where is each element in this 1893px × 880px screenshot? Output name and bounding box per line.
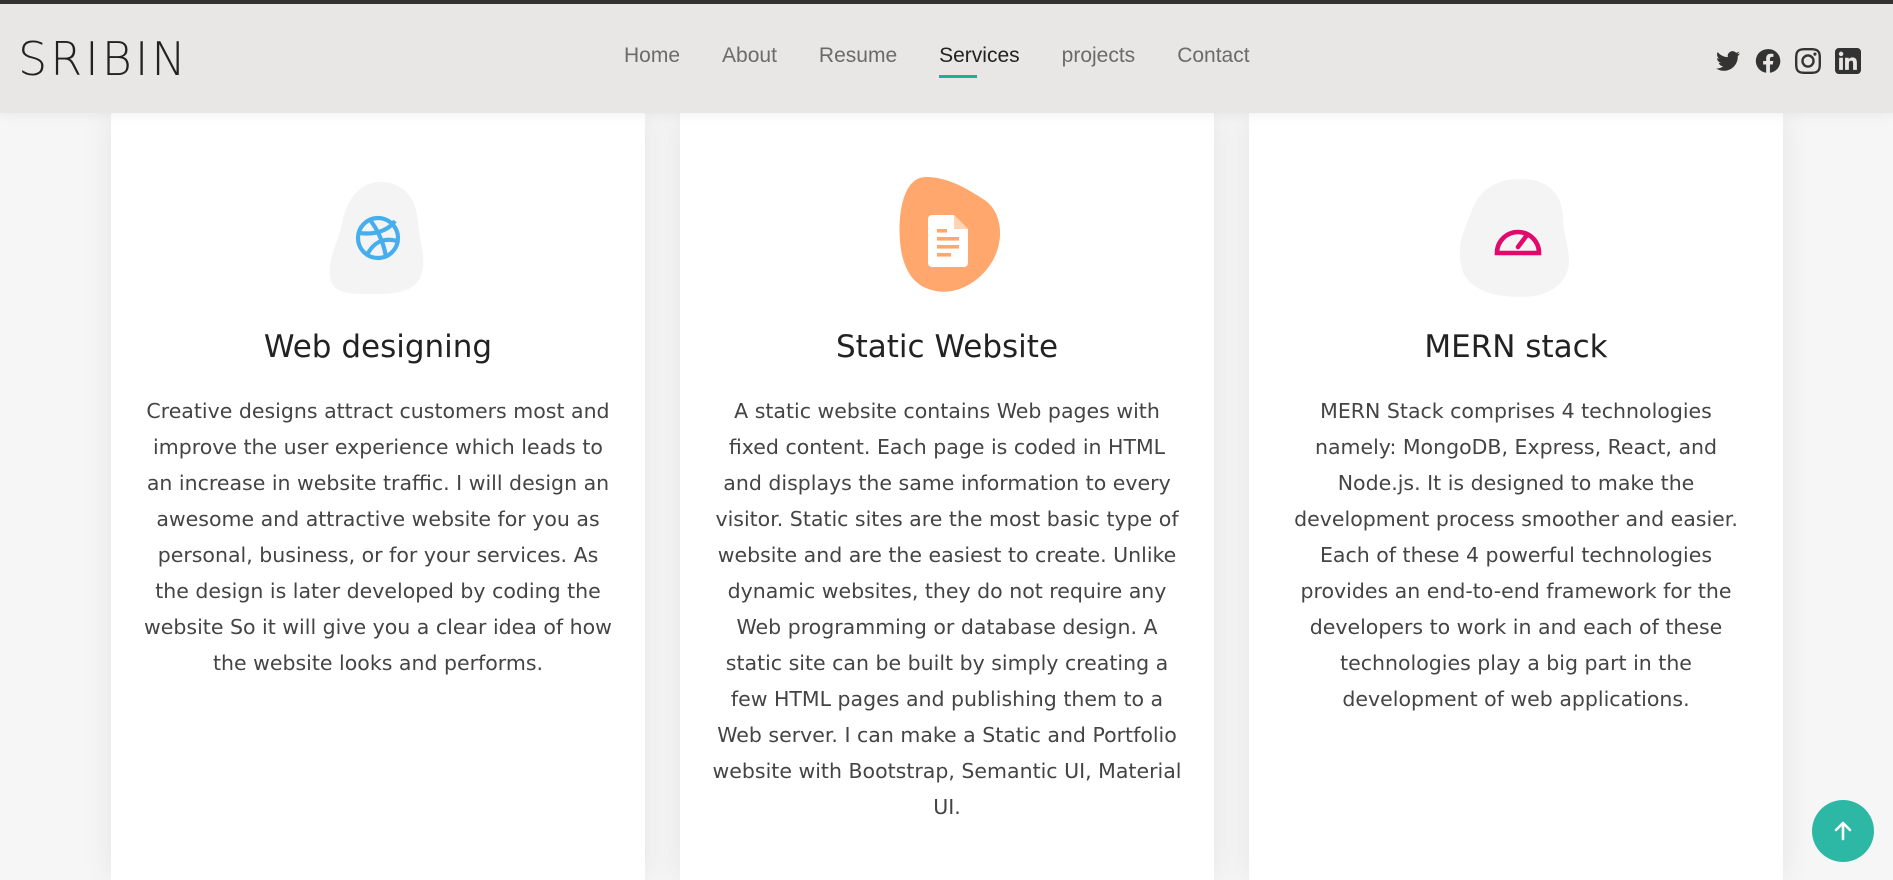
nav-projects[interactable]: projects xyxy=(1062,44,1136,78)
instagram-icon[interactable] xyxy=(1795,48,1821,74)
service-card-mern-stack: MERN stack MERN Stack comprises 4 techno… xyxy=(1249,113,1783,880)
linkedin-icon[interactable] xyxy=(1835,48,1861,74)
main-nav: Home About Resume Services projects Cont… xyxy=(624,44,1292,78)
service-description: MERN Stack comprises 4 technologies name… xyxy=(1294,399,1738,711)
service-title: MERN stack xyxy=(1424,329,1608,365)
service-description: Creative designs attract customers most … xyxy=(144,399,612,675)
back-to-top-button[interactable] xyxy=(1812,800,1874,862)
service-icon-blob xyxy=(882,173,1012,303)
nav-contact[interactable]: Contact xyxy=(1177,44,1249,78)
nav-resume[interactable]: Resume xyxy=(819,44,897,78)
service-card-web-designing: Web designing Creative designs attract c… xyxy=(111,113,645,880)
service-icon-blob xyxy=(313,173,443,303)
nav-home[interactable]: Home xyxy=(624,44,680,78)
nav-about[interactable]: About xyxy=(722,44,777,78)
arrow-up-icon xyxy=(1834,821,1852,841)
service-title: Web designing xyxy=(263,329,493,365)
service-description: A static website contains Web pages with… xyxy=(712,399,1182,819)
service-title: Static Website xyxy=(835,329,1059,365)
site-logo[interactable]: SRIBIN xyxy=(18,32,189,86)
facebook-icon[interactable] xyxy=(1755,48,1781,74)
nav-services[interactable]: Services xyxy=(939,44,1020,78)
service-icon-blob xyxy=(1451,173,1581,303)
site-header: SRIBIN Home About Resume Services projec… xyxy=(0,4,1893,113)
service-card-static-website: Static Website A static website contains… xyxy=(680,113,1214,880)
social-links xyxy=(1715,48,1861,74)
twitter-icon[interactable] xyxy=(1715,48,1741,74)
